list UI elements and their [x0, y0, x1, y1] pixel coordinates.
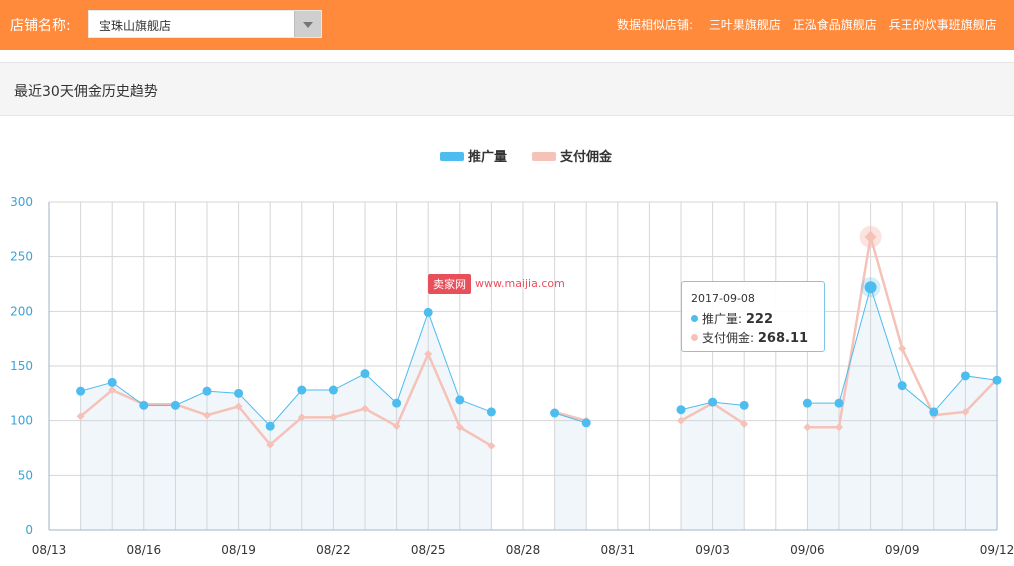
- point-promo: [202, 386, 212, 396]
- shop-select[interactable]: 宝珠山旗舰店: [88, 10, 322, 38]
- legend-swatch-promo: [440, 152, 464, 161]
- shop-name-label: 店铺名称:: [10, 18, 71, 34]
- similar-shop-link[interactable]: 兵王的炊事班旗舰店: [889, 18, 997, 32]
- point-promo: [834, 398, 844, 408]
- y-tick-label: 50: [18, 468, 33, 482]
- point-promo: [676, 405, 686, 415]
- similar-shop-link[interactable]: 三叶果旗舰店: [709, 18, 781, 32]
- similar-shop-link[interactable]: 正泓食品旗舰店: [793, 18, 877, 32]
- x-tick-label: 08/16: [127, 543, 162, 557]
- point-promo: [739, 400, 749, 410]
- point-promo: [802, 398, 812, 408]
- y-tick-label: 0: [25, 523, 33, 537]
- x-tick-label: 08/25: [411, 543, 446, 557]
- point-promo: [76, 386, 86, 396]
- point-promo: [392, 398, 402, 408]
- point-promo: [234, 388, 244, 398]
- watermark: 卖家网 www.maijia.com: [428, 273, 565, 294]
- series-dot-icon: [691, 334, 698, 341]
- tooltip-row-commission: 支付佣金: 268.11: [691, 329, 808, 346]
- x-tick-label: 09/03: [695, 543, 730, 557]
- chart-tooltip: 2017-09-08 推广量: 222 支付佣金: 268.11: [681, 281, 825, 352]
- y-tick-label: 150: [10, 359, 33, 373]
- line-chart: 0 50 100 150 200 250 300 08/13 08/16 08/19 08/22 08…: [10, 195, 1014, 557]
- y-tick-label: 250: [10, 250, 33, 264]
- point-promo: [265, 421, 275, 431]
- top-bar: 店铺名称: 宝珠山旗舰店 数据相似店铺: 三叶果旗舰店 正泓食品旗舰店 兵王的炊…: [0, 0, 1014, 50]
- point-promo: [107, 377, 117, 387]
- y-tick-label: 200: [10, 304, 33, 318]
- legend-item-promo[interactable]: 推广量: [440, 146, 507, 165]
- chevron-down-icon[interactable]: [294, 11, 321, 37]
- tooltip-date: 2017-09-08: [691, 292, 755, 305]
- point-promo: [423, 307, 433, 317]
- legend-swatch-commission: [532, 152, 556, 161]
- legend-label: 支付佣金: [560, 150, 613, 165]
- tooltip-value: 222: [745, 312, 774, 327]
- point-promo: [864, 281, 877, 294]
- point-promo: [708, 397, 718, 407]
- similar-shops-label: 数据相似店铺:: [617, 18, 694, 32]
- x-tick-label: 08/13: [32, 543, 67, 557]
- x-tick-label: 09/12: [980, 543, 1014, 557]
- y-tick-label: 300: [10, 195, 33, 209]
- area-fill-promo: [80, 312, 492, 530]
- point-promo: [486, 407, 496, 417]
- point-promo: [139, 400, 149, 410]
- point-commission: [898, 344, 907, 353]
- point-promo: [960, 371, 970, 381]
- point-promo: [360, 369, 370, 379]
- point-promo: [929, 407, 939, 417]
- watermark-url: www.maijia.com: [475, 277, 565, 290]
- point-promo: [170, 400, 180, 410]
- series-dot-icon: [691, 315, 698, 322]
- x-tick-label: 08/28: [506, 543, 541, 557]
- tooltip-label: 推广量:: [702, 312, 743, 326]
- x-tick-label: 09/06: [790, 543, 825, 557]
- x-tick-label: 08/22: [316, 543, 351, 557]
- tooltip-value: 268.11: [757, 331, 809, 346]
- x-tick-label: 08/31: [601, 543, 636, 557]
- similar-shops: 数据相似店铺: 三叶果旗舰店 正泓食品旗舰店 兵王的炊事班旗舰店: [617, 16, 1014, 33]
- point-promo: [297, 385, 307, 395]
- point-promo: [581, 418, 591, 428]
- area-fill-promo: [554, 413, 587, 530]
- tooltip-row-promo: 推广量: 222: [691, 310, 773, 327]
- legend-label: 推广量: [468, 150, 508, 165]
- point-promo: [550, 408, 560, 418]
- legend-item-commission[interactable]: 支付佣金: [532, 146, 612, 165]
- shop-select-value: 宝珠山旗舰店: [99, 19, 172, 33]
- point-promo: [328, 385, 338, 395]
- watermark-badge: 卖家网: [428, 273, 471, 294]
- area-fill-promo: [681, 402, 745, 530]
- x-tick-label: 08/19: [221, 543, 256, 557]
- x-tick-label: 09/09: [885, 543, 920, 557]
- point-promo: [455, 395, 465, 405]
- point-promo: [897, 381, 907, 391]
- section-title: 最近30天佣金历史趋势: [14, 84, 158, 100]
- point-promo: [992, 375, 1002, 385]
- section-header: 最近30天佣金历史趋势: [0, 62, 1014, 116]
- tooltip-label: 支付佣金:: [702, 331, 755, 345]
- y-tick-label: 100: [10, 414, 33, 428]
